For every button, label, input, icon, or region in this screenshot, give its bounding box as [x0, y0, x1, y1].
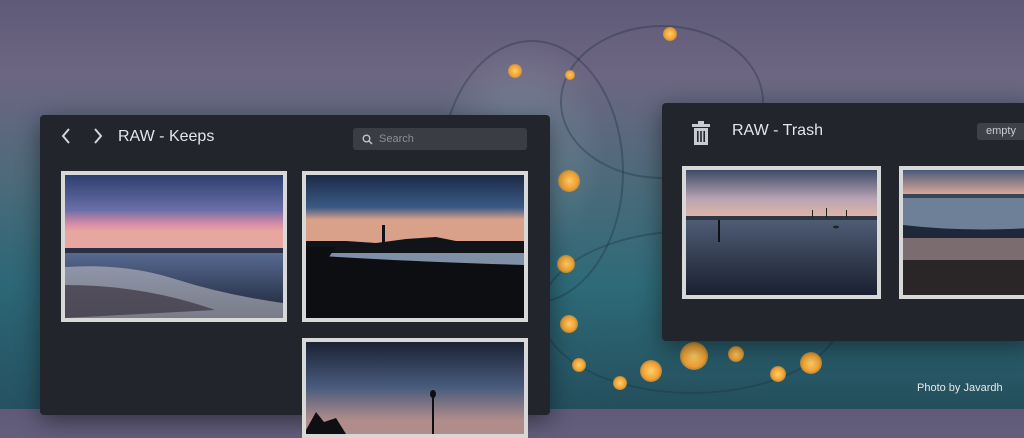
photo-thumbnail[interactable]	[61, 171, 287, 322]
forward-button[interactable]	[87, 127, 109, 149]
trash-window: RAW - Trash empty	[662, 103, 1024, 341]
photo-lighthouse	[306, 175, 524, 318]
photo-sunset-beach	[65, 175, 283, 318]
empty-trash-button[interactable]: empty	[977, 123, 1024, 140]
photo-thumbnail[interactable]	[682, 166, 881, 299]
photo-dusk-lamp	[306, 342, 524, 434]
keeps-title: RAW - Keeps	[118, 128, 215, 145]
photo-thumbnail[interactable]	[302, 171, 528, 322]
chevron-right-icon	[94, 128, 103, 144]
keeps-window: RAW - Keeps	[40, 115, 550, 438]
photo-calm-bay	[686, 170, 877, 295]
photo-credit: Photo by Javardh	[917, 382, 1003, 394]
photo-thumbnail[interactable]	[899, 166, 1024, 299]
photo-thumbnail[interactable]	[302, 338, 528, 438]
trash-icon[interactable]	[692, 121, 710, 150]
back-button[interactable]	[55, 127, 77, 149]
search-icon	[357, 134, 377, 145]
chevron-left-icon	[61, 128, 70, 144]
trash-title: RAW - Trash	[732, 122, 823, 139]
search-box[interactable]	[353, 128, 527, 150]
photo-shoreline	[903, 170, 1024, 295]
search-input[interactable]	[377, 133, 521, 145]
